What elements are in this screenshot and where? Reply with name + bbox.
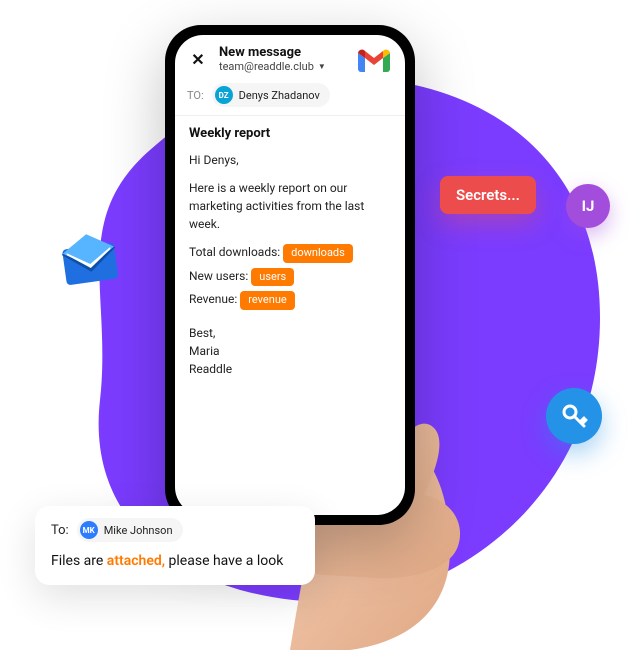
mini-body: Files are attached, please have a look xyxy=(51,552,299,571)
metric-row: Revenue: revenue xyxy=(189,290,391,310)
avatar: MK xyxy=(80,521,98,539)
closing: Best, xyxy=(189,324,391,342)
to-label: TO: xyxy=(187,89,204,102)
mini-text: Files are xyxy=(51,553,107,569)
avatar: DZ xyxy=(215,86,233,104)
envelope-icon xyxy=(56,228,124,296)
phone-frame: ✕ New message team@readdle.club ▼ TO: DZ… xyxy=(165,25,415,525)
secrets-badge[interactable]: Secrets... xyxy=(440,176,536,214)
email-body[interactable]: Hi Denys, Here is a weekly report on our… xyxy=(175,147,405,382)
greeting: Hi Denys, xyxy=(189,151,391,169)
template-tag[interactable]: users xyxy=(251,268,294,287)
from-address: team@readdle.club xyxy=(219,60,314,73)
from-dropdown[interactable]: team@readdle.club ▼ xyxy=(219,60,326,73)
mini-text: please have a look xyxy=(165,553,283,569)
metric-label: New users: xyxy=(189,269,248,283)
key-icon xyxy=(546,388,602,444)
chevron-down-icon: ▼ xyxy=(318,62,326,71)
signature-company: Readdle xyxy=(189,360,391,378)
metric-label: Revenue: xyxy=(189,292,237,306)
metric-row: New users: users xyxy=(189,267,391,287)
close-icon[interactable]: ✕ xyxy=(187,48,209,70)
recipient-name: Denys Zhadanov xyxy=(239,89,320,102)
recipient-chip[interactable]: MK Mike Johnson xyxy=(77,518,183,542)
to-label: To: xyxy=(51,523,69,538)
gmail-icon xyxy=(358,48,390,72)
attached-keyword: attached, xyxy=(107,553,165,569)
phone-screen: ✕ New message team@readdle.club ▼ TO: DZ… xyxy=(175,35,405,515)
avatar: IJ xyxy=(566,184,610,228)
metric-label: Total downloads: xyxy=(189,245,280,259)
recipient-name: Mike Johnson xyxy=(104,524,173,537)
mini-compose-card: To: MK Mike Johnson Files are attached, … xyxy=(35,506,315,585)
template-tag[interactable]: downloads xyxy=(283,244,353,263)
recipient-chip[interactable]: DZ Denys Zhadanov xyxy=(212,83,330,107)
signature-name: Maria xyxy=(189,342,391,360)
subject-field[interactable]: Weekly report xyxy=(175,116,405,147)
intro: Here is a weekly report on our marketing… xyxy=(189,179,391,233)
template-tag[interactable]: revenue xyxy=(240,291,294,310)
metric-row: Total downloads: downloads xyxy=(189,243,391,263)
compose-title: New message xyxy=(219,45,326,60)
